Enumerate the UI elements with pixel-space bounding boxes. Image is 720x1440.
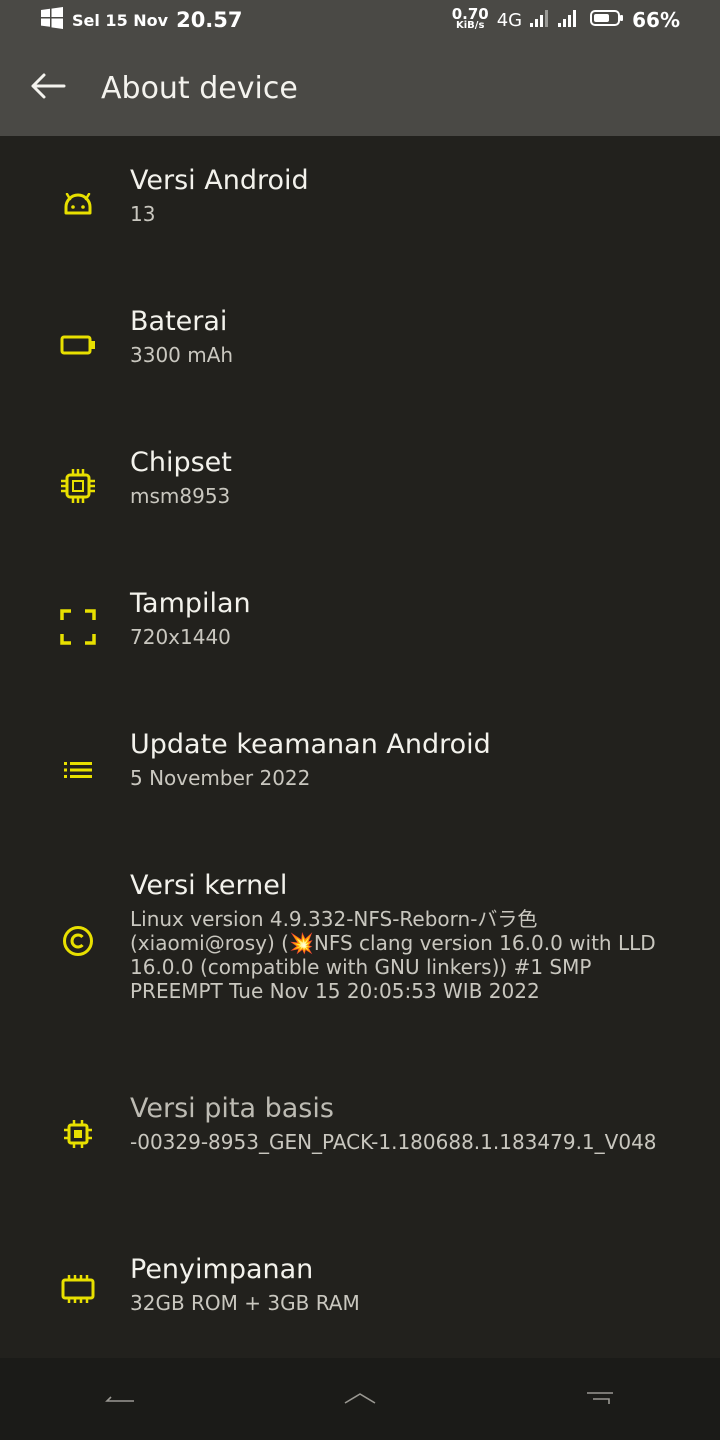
- item-summary: 13: [130, 202, 156, 226]
- list-icon: [54, 746, 102, 794]
- item-summary: Linux version 4.9.332-NFS-Reborn-バラ色 (xi…: [130, 907, 656, 1003]
- back-button[interactable]: [0, 40, 96, 136]
- list-item-storage[interactable]: Penyimpanan 32GB ROM + 3GB RAM: [0, 1253, 720, 1353]
- network-type: 4G: [496, 9, 523, 31]
- storage-icon: [54, 1265, 102, 1313]
- item-summary: -00329-8953_GEN_PACK-1.180688.1.183479.1…: [130, 1130, 657, 1154]
- item-texts: Update keamanan Android 5 November 2022: [130, 728, 670, 790]
- list-item-kernel-version[interactable]: Versi kernel Linux version 4.9.332-NFS-R…: [0, 865, 720, 1055]
- android-icon: [54, 180, 102, 228]
- item-summary: msm8953: [130, 484, 231, 508]
- item-texts: Versi Android 13: [130, 164, 670, 226]
- page-title: About device: [101, 70, 298, 106]
- network-speed-value: 0.70: [451, 5, 489, 23]
- item-texts: Versi kernel Linux version 4.9.332-NFS-R…: [130, 869, 670, 1003]
- status-date: Sel 15 Nov: [72, 10, 169, 30]
- nav-home-button[interactable]: [300, 1369, 420, 1429]
- item-texts: Tampilan 720x1440: [130, 587, 670, 649]
- item-summary: 32GB ROM + 3GB RAM: [130, 1291, 360, 1315]
- nav-recents-icon: [585, 1389, 615, 1409]
- nav-recents-button[interactable]: [540, 1369, 660, 1429]
- item-title: Versi Android: [130, 165, 309, 196]
- windows-logo-icon: [40, 6, 64, 35]
- baseband-chip-icon: [54, 1110, 102, 1158]
- item-title: Chipset: [130, 447, 232, 478]
- network-speed-unit: KiB/s: [456, 20, 485, 31]
- status-left: Sel 15 Nov 20.57: [40, 6, 243, 35]
- list-item-display[interactable]: Tampilan 720x1440: [0, 583, 720, 693]
- item-texts: Versi pita basis -00329-8953_GEN_PACK-1.…: [130, 1092, 670, 1154]
- item-summary: 5 November 2022: [130, 766, 311, 790]
- list-item-battery[interactable]: Baterai 3300 mAh: [0, 301, 720, 411]
- list-item-chipset[interactable]: Chipset msm8953: [0, 442, 720, 552]
- item-title: Update keamanan Android: [130, 729, 491, 760]
- item-title: Versi pita basis: [130, 1093, 334, 1124]
- network-speed: 0.70 KiB/s: [451, 5, 489, 32]
- battery-icon: [54, 321, 102, 369]
- item-title: Versi kernel: [130, 870, 288, 901]
- list-item-android-version[interactable]: Versi Android 13: [0, 160, 720, 270]
- item-summary: 720x1440: [130, 625, 231, 649]
- battery-status-icon: [590, 8, 624, 32]
- list-item-baseband-version[interactable]: Versi pita basis -00329-8953_GEN_PACK-1.…: [0, 1088, 720, 1228]
- navigation-bar: [0, 1358, 720, 1440]
- status-bar: Sel 15 Nov 20.57 0.70 KiB/s 4G 66%: [0, 0, 720, 40]
- item-texts: Chipset msm8953: [130, 446, 670, 508]
- nav-back-button[interactable]: [60, 1369, 180, 1429]
- list-item-security-update[interactable]: Update keamanan Android 5 November 2022: [0, 724, 720, 834]
- nav-home-icon: [343, 1390, 377, 1409]
- item-title: Tampilan: [130, 588, 251, 619]
- item-title: Penyimpanan: [130, 1254, 314, 1285]
- nav-back-icon: [105, 1390, 135, 1409]
- app-bar: About device: [0, 40, 720, 136]
- item-texts: Baterai 3300 mAh: [130, 305, 670, 367]
- item-summary: 3300 mAh: [130, 343, 234, 367]
- fullscreen-icon: [54, 603, 102, 651]
- back-arrow-icon: [30, 72, 66, 104]
- battery-percent: 66%: [632, 8, 680, 32]
- item-title: Baterai: [130, 306, 228, 337]
- status-time: 20.57: [176, 8, 243, 32]
- signal-icon: [530, 8, 582, 33]
- copyright-icon: [54, 917, 102, 965]
- chip-icon: [54, 462, 102, 510]
- item-texts: Penyimpanan 32GB ROM + 3GB RAM: [130, 1253, 670, 1315]
- status-right: 0.70 KiB/s 4G 66%: [451, 5, 680, 33]
